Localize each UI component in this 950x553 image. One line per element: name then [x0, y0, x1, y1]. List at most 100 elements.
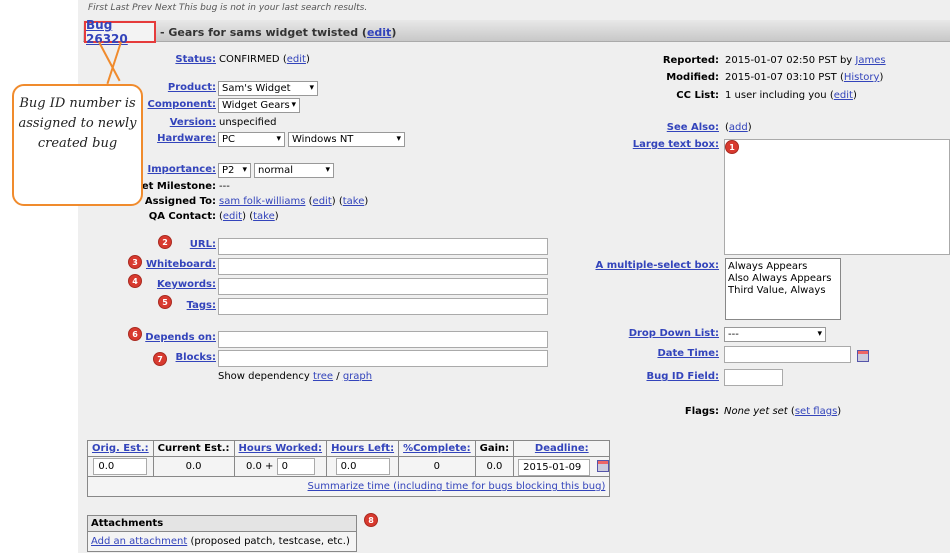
multisel-label-link[interactable]: A multiple-select box: — [595, 260, 719, 271]
priority-select[interactable]: P2 — [218, 163, 251, 178]
tags-input[interactable] — [218, 298, 548, 315]
dependency-text: Show dependency — [218, 371, 310, 382]
deadline-input[interactable]: 2015-01-09 — [518, 458, 591, 476]
orig-est-header: Orig. Est.: — [87, 440, 154, 457]
dependency-tree-link[interactable]: tree — [313, 371, 333, 382]
complete-link[interactable]: %Complete: — [403, 443, 471, 454]
status-value: CONFIRMED (edit) — [219, 54, 310, 65]
set-flags-link[interactable]: set flags — [795, 406, 837, 417]
multiple-select-box[interactable]: Always Appears Also Always Appears Third… — [725, 258, 841, 320]
date-label-link[interactable]: Date Time: — [657, 348, 719, 359]
hours-add-input[interactable]: 0 — [276, 458, 315, 475]
hours-worked-header: Hours Worked: — [233, 440, 328, 457]
depends-input[interactable] — [218, 331, 548, 348]
url-input[interactable] — [218, 238, 548, 255]
whiteboard-label: Whiteboard: — [140, 259, 216, 270]
keywords-input[interactable] — [218, 278, 548, 295]
version-label-link[interactable]: Version: — [170, 117, 216, 128]
component-label-link[interactable]: Component: — [148, 99, 216, 110]
product-select[interactable]: Sam's Widget — [218, 81, 318, 96]
orig-est-link[interactable]: Orig. Est.: — [92, 443, 149, 454]
annotation-badge-1: 1 — [725, 140, 739, 154]
multisel-option[interactable]: Third Value, Always — [728, 285, 838, 297]
assignee-link[interactable]: sam folk-williams — [219, 196, 305, 207]
hours-worked-link[interactable]: Hours Worked: — [239, 443, 323, 454]
cc-edit-link[interactable]: edit — [834, 90, 853, 101]
calendar-icon[interactable] — [857, 350, 869, 362]
multisel-label: A multiple-select box: — [580, 260, 719, 271]
os-select[interactable]: Windows NT — [288, 132, 405, 147]
seealso-add-link[interactable]: add — [729, 122, 748, 133]
keywords-label: Keywords: — [140, 279, 216, 290]
bugidfield-label-link[interactable]: Bug ID Field: — [646, 371, 719, 382]
cc-label: CC List: — [676, 90, 719, 101]
annotation-badge-2: 2 — [158, 235, 172, 249]
url-label-link[interactable]: URL: — [190, 239, 216, 250]
multisel-option[interactable]: Also Always Appears — [728, 273, 838, 285]
modified-value: 2015-01-07 03:10 PST (History) — [725, 72, 884, 83]
deadline-link[interactable]: Deadline: — [535, 443, 589, 454]
product-label-link[interactable]: Product: — [168, 82, 216, 93]
status-label-link[interactable]: Status: — [175, 54, 216, 65]
hours-worked-cell: 0.0 + 0 — [233, 456, 328, 477]
time-tracking-table: Orig. Est.: Current Est.: Hours Worked: … — [86, 440, 611, 497]
component-select[interactable]: Widget Gears — [218, 98, 300, 113]
large-text-box[interactable] — [724, 139, 950, 255]
dependency-separator: / — [336, 371, 340, 382]
bugid-field-input[interactable] — [724, 369, 783, 386]
importance-label: Importance: — [140, 164, 216, 175]
hardware-select[interactable]: PC — [218, 132, 285, 147]
qa-edit-link[interactable]: edit — [223, 211, 242, 222]
dependency-graph-link[interactable]: graph — [343, 371, 372, 382]
summarize-row: Summarize time (including time for bugs … — [86, 476, 611, 497]
dropdown-label-link[interactable]: Drop Down List: — [629, 328, 719, 339]
tags-label-link[interactable]: Tags: — [187, 300, 216, 311]
status-edit-link[interactable]: edit — [287, 54, 306, 65]
assigned-edit-link[interactable]: edit — [313, 196, 332, 207]
hours-left-link[interactable]: Hours Left: — [331, 443, 394, 454]
component-label: Component: — [140, 99, 216, 110]
seealso-label-link[interactable]: See Also: — [667, 122, 719, 133]
time-header-row: Orig. Est.: Current Est.: Hours Worked: … — [87, 440, 611, 457]
attachments-box: Attachments Add an attachment (proposed … — [87, 515, 357, 552]
assigned-take-link[interactable]: take — [343, 196, 365, 207]
summarize-time-link[interactable]: Summarize time (including time for bugs … — [308, 481, 606, 492]
qa-label: QA Contact: — [148, 211, 216, 222]
largetext-label: Large text box: — [600, 139, 719, 150]
largetext-label-link[interactable]: Large text box: — [633, 139, 719, 150]
keywords-label-link[interactable]: Keywords: — [157, 279, 216, 290]
deadline-calendar-icon[interactable] — [597, 459, 610, 472]
whiteboard-label-link[interactable]: Whiteboard: — [146, 259, 216, 270]
cc-text: 1 user including you — [725, 90, 827, 101]
date-input[interactable] — [724, 346, 851, 363]
severity-select[interactable]: normal — [254, 163, 334, 178]
depends-label-link[interactable]: Depends on: — [145, 332, 216, 343]
importance-label-link[interactable]: Importance: — [148, 164, 216, 175]
reported-label: Reported: — [662, 55, 719, 66]
multisel-option[interactable]: Always Appears — [728, 261, 838, 273]
summary-edit-link[interactable]: edit — [367, 26, 391, 39]
bug-id-box: Bug 26320 — [84, 18, 156, 46]
whiteboard-input[interactable] — [218, 258, 548, 275]
hours-left-input[interactable]: 0.0 — [335, 458, 390, 475]
status-label: Status: — [150, 54, 216, 65]
qa-take-link[interactable]: take — [253, 211, 275, 222]
annotation-badge-8: 8 — [364, 513, 378, 527]
hours-worked-value: 0.0 — [245, 461, 262, 472]
blocks-input[interactable] — [218, 350, 548, 367]
dropdown-select[interactable]: --- — [724, 327, 826, 342]
annotation-badge-3: 3 — [128, 255, 142, 269]
assigned-value: sam folk-williams (edit) (take) — [219, 196, 369, 207]
hardware-label-link[interactable]: Hardware: — [157, 133, 216, 144]
add-attachment-link[interactable]: Add an attachment — [91, 536, 187, 547]
blocks-label-link[interactable]: Blocks: — [176, 352, 216, 363]
orig-est-input[interactable]: 0.0 — [93, 458, 148, 475]
cc-value: 1 user including you (edit) — [725, 90, 857, 101]
plus-sign: + — [265, 461, 274, 472]
milestone-label: et Milestone: — [141, 181, 216, 192]
flags-label: Flags: — [684, 406, 719, 417]
hours-left-header: Hours Left: — [326, 440, 400, 457]
attachments-title: Attachments — [88, 516, 356, 532]
reporter-link[interactable]: James — [855, 55, 885, 66]
history-link[interactable]: History — [844, 72, 880, 83]
